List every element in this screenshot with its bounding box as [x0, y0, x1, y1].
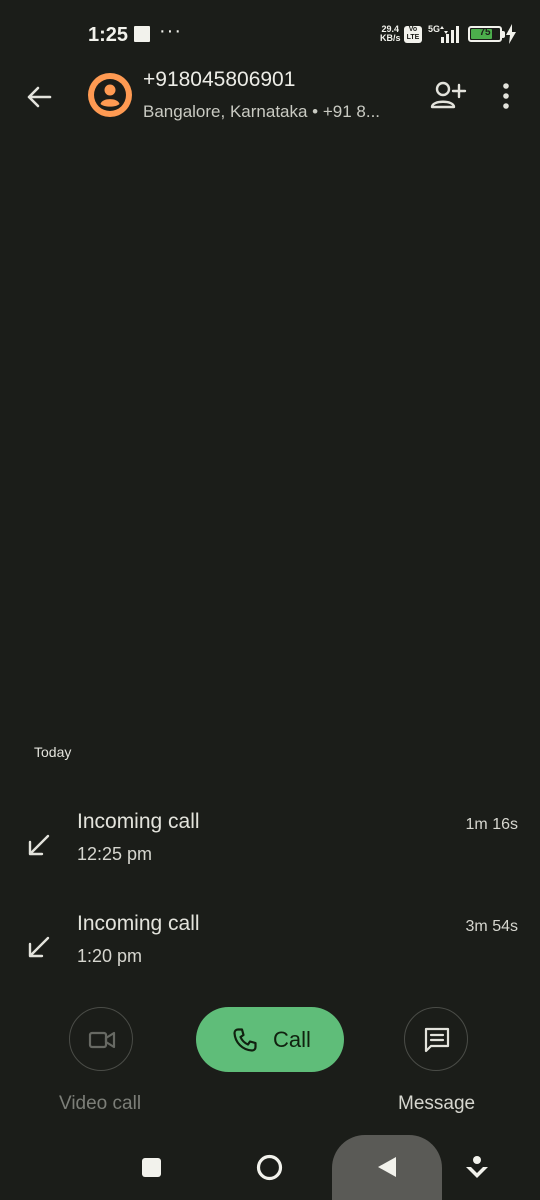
network-speed: 29.4 KB/s	[380, 25, 401, 43]
more-notifications-icon: ···	[159, 20, 182, 42]
nav-recents-button[interactable]	[142, 1158, 161, 1177]
call-history-row[interactable]: Incoming call 12:25 pm 1m 16s	[0, 810, 540, 880]
phone-icon	[233, 1028, 257, 1052]
contact-location-subtitle: Bangalore, Karnataka • +91 8...	[143, 102, 381, 121]
incoming-call-arrow-icon	[28, 936, 50, 958]
video-call-label: Video call	[59, 1093, 142, 1114]
contact-call-details-screen: 1:25 ··· 29.4 KB/s Vo LTE 5G 75 +9180458…	[0, 0, 540, 1200]
more-options-button[interactable]	[494, 78, 518, 114]
call-duration: 1m 16s	[465, 816, 518, 833]
volte-icon: Vo LTE	[404, 26, 422, 43]
arrow-back-icon	[27, 86, 52, 108]
volte-top-label: Vo	[408, 26, 418, 33]
back-button[interactable]	[20, 78, 58, 116]
videocam-icon	[88, 1031, 116, 1049]
section-header-today: Today	[34, 744, 72, 760]
status-time: 1:25	[88, 24, 129, 46]
call-type: Incoming call	[77, 912, 200, 935]
charging-bolt-icon	[506, 24, 516, 44]
call-type: Incoming call	[77, 810, 200, 833]
nav-assistant-icon[interactable]	[464, 1154, 490, 1182]
contact-number: +918045806901	[143, 68, 296, 91]
call-history-row[interactable]: Incoming call 1:20 pm 3m 54s	[0, 912, 540, 982]
message-label: Message	[398, 1093, 476, 1114]
battery-level: 75	[479, 27, 491, 38]
notification-square-icon	[134, 26, 150, 42]
network-type: 5G	[428, 24, 441, 34]
volte-bottom-label: LTE	[406, 34, 420, 41]
signal-strength-icon	[440, 26, 459, 43]
incoming-call-arrow-icon	[28, 834, 50, 856]
nav-back-button[interactable]	[332, 1135, 442, 1200]
add-contact-button[interactable]	[428, 78, 468, 114]
person-icon	[94, 79, 126, 111]
call-time: 1:20 pm	[77, 946, 143, 966]
call-button-label: Call	[273, 1027, 311, 1052]
nav-home-button[interactable]	[256, 1154, 283, 1181]
network-speed-unit: KB/s	[380, 33, 401, 43]
status-bar: 1:25 ··· 29.4 KB/s Vo LTE 5G 75	[0, 0, 540, 70]
more-vert-icon	[503, 83, 509, 109]
video-call-button[interactable]	[69, 1007, 133, 1071]
nav-back-triangle-icon	[378, 1157, 396, 1177]
message-icon	[424, 1027, 450, 1053]
battery-icon: 75	[468, 26, 502, 42]
call-button[interactable]: Call	[196, 1007, 344, 1072]
contact-avatar[interactable]	[88, 73, 132, 117]
call-duration: 3m 54s	[465, 918, 518, 935]
call-time: 12:25 pm	[77, 844, 153, 864]
message-button[interactable]	[404, 1007, 468, 1071]
person-add-icon	[430, 81, 467, 109]
